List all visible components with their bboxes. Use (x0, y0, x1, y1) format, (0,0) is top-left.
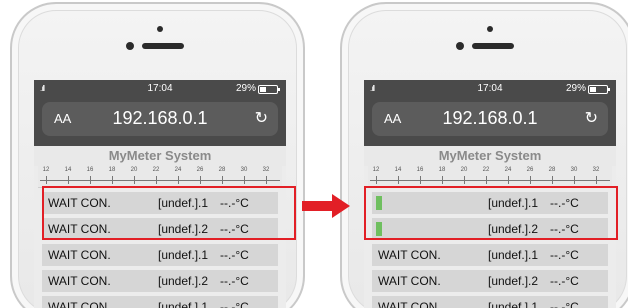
scale-tick (596, 176, 597, 184)
scale-label: 28 (218, 167, 226, 173)
scale-tick (178, 176, 179, 184)
scale-label: 22 (152, 167, 160, 173)
scale-label: 14 (394, 167, 402, 173)
row-sensor: [undef.].1 (488, 248, 539, 262)
scale-tick (68, 176, 69, 184)
sensor-row[interactable]: WAIT CON. [undef.].1 --.-°C (42, 296, 278, 308)
scale-label: 32 (592, 167, 600, 173)
url-text[interactable]: 192.168.0.1 (42, 108, 278, 129)
scale-tick (508, 176, 509, 184)
scale-tick (266, 176, 267, 184)
scale-tick (574, 176, 575, 184)
url-bar[interactable]: AA 192.168.0.1 ↻ (42, 102, 278, 136)
row-temp: --.-°C (220, 274, 249, 288)
battery-icon (258, 85, 280, 94)
url-text[interactable]: 192.168.0.1 (372, 108, 608, 129)
scale-label: 26 (526, 167, 534, 173)
scale-tick (90, 176, 91, 184)
scale-label: 24 (174, 167, 182, 173)
scale-tick (486, 176, 487, 184)
scale-label: 30 (570, 167, 578, 173)
app-title: MyMeter System (364, 146, 616, 166)
temperature-scale: 12 14 16 18 20 22 24 26 28 30 32 (368, 166, 612, 188)
row-status: WAIT CON. (48, 300, 111, 308)
camera (456, 42, 464, 50)
browser-bar: .ıll 17:04 29% AA 192.168.0.1 ↻ (34, 80, 286, 146)
browser-bar: .ıll 17:04 29% AA 192.168.0.1 ↻ (364, 80, 616, 146)
row-sensor: [undef.].1 (488, 300, 539, 308)
status-bar: .ıll 17:04 29% (34, 82, 286, 96)
sensor-row[interactable]: WAIT CON. [undef.].2 --.-°C (42, 270, 278, 292)
scale-tick (244, 176, 245, 184)
scale-label: 26 (196, 167, 204, 173)
scale-label: 14 (64, 167, 72, 173)
scale-label: 16 (86, 167, 94, 173)
camera (126, 42, 134, 50)
row-status: WAIT CON. (378, 248, 441, 262)
scale-tick (398, 176, 399, 184)
scale-label: 18 (108, 167, 116, 173)
scale-label: 18 (438, 167, 446, 173)
scale-label: 12 (42, 167, 50, 173)
scale-label: 32 (262, 167, 270, 173)
sensor-dot (157, 26, 163, 32)
highlight-box-left (42, 186, 296, 240)
row-temp: --.-°C (550, 248, 579, 262)
battery-percent: 29% (565, 83, 586, 94)
speaker-grille (472, 43, 514, 49)
arrow-right-icon (302, 194, 350, 218)
scale-label: 20 (130, 167, 138, 173)
row-sensor: [undef.].2 (488, 274, 539, 288)
row-status: WAIT CON. (378, 300, 441, 308)
row-status: WAIT CON. (48, 248, 111, 262)
sensor-row[interactable]: WAIT CON. [undef.].1 --.-°C (372, 244, 608, 266)
row-temp: --.-°C (220, 248, 249, 262)
scale-label: 28 (548, 167, 556, 173)
highlight-box-right (364, 186, 618, 240)
scale-tick (552, 176, 553, 184)
scale-label: 24 (504, 167, 512, 173)
speaker-grille (142, 43, 184, 49)
row-sensor: [undef.].1 (158, 300, 209, 308)
row-temp: --.-°C (220, 300, 249, 308)
reload-icon[interactable]: ↻ (255, 108, 268, 128)
scale-tick (134, 176, 135, 184)
row-status: WAIT CON. (378, 274, 441, 288)
status-bar: .ıll 17:04 29% (364, 82, 616, 96)
scale-label: 22 (482, 167, 490, 173)
scale-label: 30 (240, 167, 248, 173)
scale-label: 12 (372, 167, 380, 173)
sensor-row[interactable]: WAIT CON. [undef.].1 --.-°C (42, 244, 278, 266)
scale-tick (464, 176, 465, 184)
row-sensor: [undef.].1 (158, 248, 209, 262)
scale-tick (200, 176, 201, 184)
app-title: MyMeter System (34, 146, 286, 166)
row-temp: --.-°C (550, 300, 579, 308)
temperature-scale: 12 14 16 18 20 22 24 26 28 30 32 (38, 166, 282, 188)
scale-tick (420, 176, 421, 184)
reload-icon[interactable]: ↻ (585, 108, 598, 128)
row-status: WAIT CON. (48, 274, 111, 288)
sensor-row[interactable]: WAIT CON. [undef.].2 --.-°C (372, 270, 608, 292)
scale-tick (530, 176, 531, 184)
scale-tick (442, 176, 443, 184)
battery-percent: 29% (235, 83, 256, 94)
scale-tick (156, 176, 157, 184)
sensor-row[interactable]: WAIT CON. [undef.].1 --.-°C (372, 296, 608, 308)
scale-tick (112, 176, 113, 184)
battery-icon (588, 85, 610, 94)
row-sensor: [undef.].2 (158, 274, 209, 288)
scale-label: 16 (416, 167, 424, 173)
url-bar[interactable]: AA 192.168.0.1 ↻ (372, 102, 608, 136)
sensor-dot (487, 26, 493, 32)
scale-tick (376, 176, 377, 184)
row-temp: --.-°C (550, 274, 579, 288)
scale-tick (222, 176, 223, 184)
phone-left: .ıll 17:04 29% AA 192.168.0.1 ↻ MyMeter … (10, 2, 305, 308)
phone-right: .ıll 17:04 29% AA 192.168.0.1 ↻ MyMeter … (340, 2, 628, 308)
scale-label: 20 (460, 167, 468, 173)
scale-tick (46, 176, 47, 184)
